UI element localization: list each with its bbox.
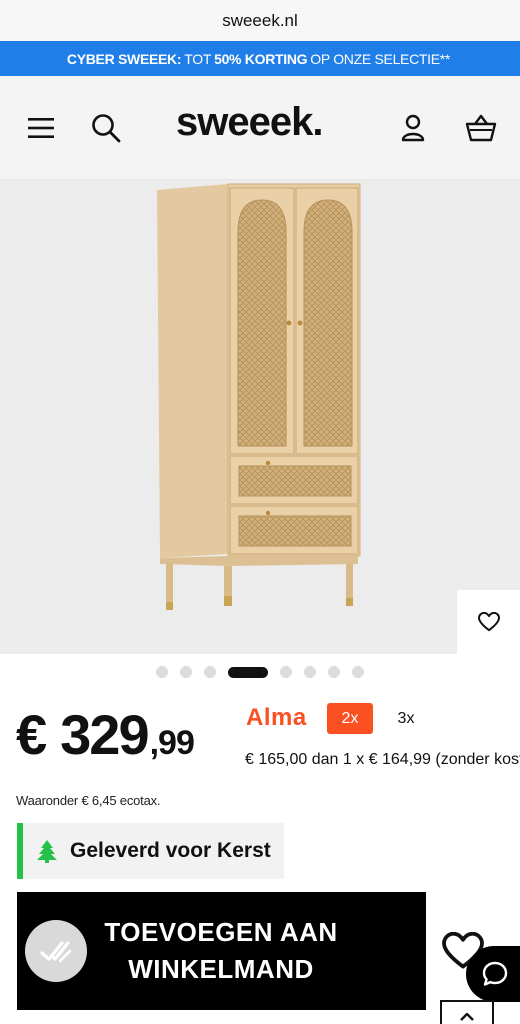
sweeek-logo[interactable]: sweeek. (176, 100, 323, 145)
add-to-cart-line-2: WINKELMAND (128, 954, 314, 984)
url-text: sweeek.nl (222, 10, 298, 30)
alma-logo: Alma (246, 704, 307, 731)
promo-text-1: TOT (184, 50, 212, 67)
back-to-top-button[interactable] (440, 1000, 494, 1024)
chat-bubble-icon (482, 961, 508, 986)
promo-text-2: OP ONZE SELECTIE** (310, 50, 451, 67)
site-header: sweeek. (0, 76, 520, 180)
search-icon[interactable] (84, 106, 128, 150)
checkmark-badge-icon (25, 920, 87, 982)
installment-text: € 165,00 dan 1 x € 164,99 (zonder kost (245, 751, 520, 768)
gallery-dot[interactable] (352, 666, 364, 678)
delivery-label: Geleverd voor Kerst (70, 839, 271, 862)
promo-banner[interactable]: CYBER SWEEEK: TOT 50% KORTING OP ONZE SE… (0, 41, 520, 76)
gallery-dot[interactable] (204, 666, 216, 678)
browser-url-bar[interactable]: sweeek.nl (0, 0, 520, 41)
heart-icon (477, 612, 500, 632)
chevron-up-icon (460, 1012, 474, 1021)
product-price: € 329 ,99 (16, 702, 195, 767)
gallery-dot[interactable] (280, 666, 292, 678)
delivery-badge: Geleverd voor Kerst (17, 823, 284, 879)
gallery-pagination (0, 662, 520, 682)
gallery-dot[interactable] (304, 666, 316, 678)
product-image[interactable] (0, 180, 520, 654)
chat-button[interactable] (466, 946, 520, 1002)
alma-option-2x[interactable]: 2x (327, 703, 373, 734)
alma-option-3x[interactable]: 3x (385, 703, 427, 734)
wishlist-button[interactable] (457, 590, 520, 654)
promo-title: CYBER SWEEEK: (66, 50, 182, 67)
basket-icon[interactable] (459, 106, 503, 150)
gallery-dot[interactable] (328, 666, 340, 678)
add-to-cart-label: TOEVOEGEN AAN WINKELMAND (91, 914, 351, 988)
gallery-dot-active[interactable] (228, 666, 268, 678)
menu-icon[interactable] (19, 106, 63, 150)
ecotax-note: Waaronder € 6,45 ecotax. (16, 793, 161, 808)
promo-discount: 50% KORTING (214, 50, 308, 67)
price-currency: € (16, 703, 47, 766)
add-to-cart-button[interactable]: TOEVOEGEN AAN WINKELMAND (17, 892, 426, 1010)
price-decimals: ,99 (149, 724, 195, 762)
account-icon[interactable] (391, 106, 435, 150)
gallery-dot[interactable] (180, 666, 192, 678)
add-to-cart-line-1: TOEVOEGEN AAN (104, 917, 338, 947)
christmas-tree-icon (37, 840, 57, 863)
price-integer: 329 (60, 703, 149, 766)
gallery-dot[interactable] (156, 666, 168, 678)
wardrobe-illustration (157, 183, 361, 610)
